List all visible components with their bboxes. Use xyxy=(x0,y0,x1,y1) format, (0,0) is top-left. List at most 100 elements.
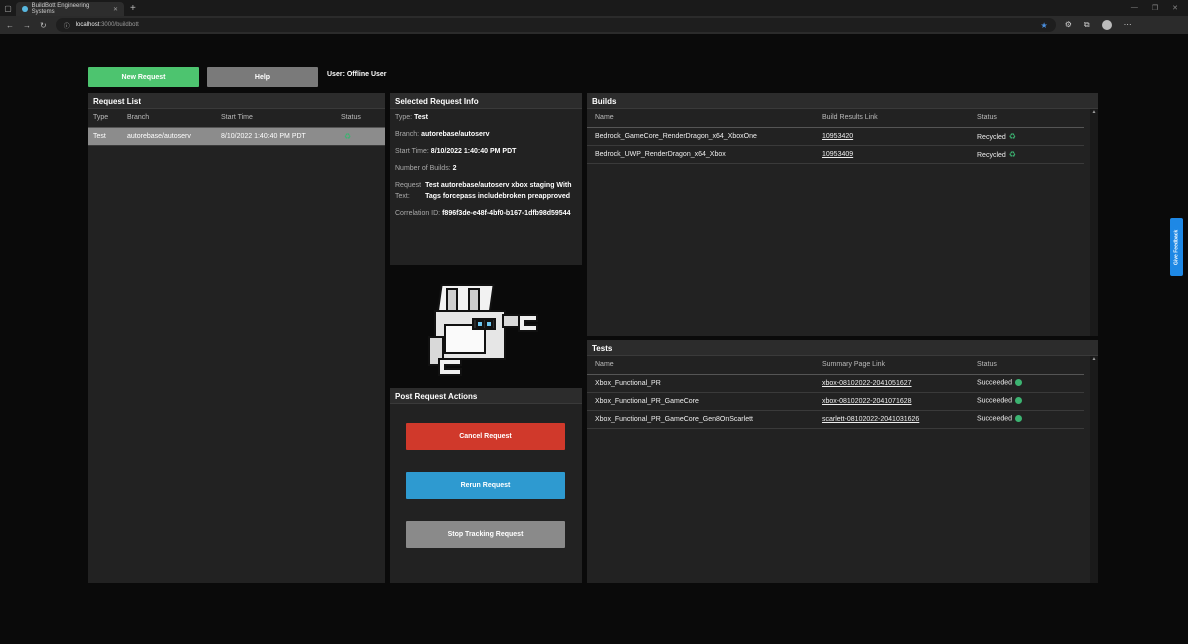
check-circle-icon xyxy=(1015,397,1023,405)
request-list-table: Type Branch Start Time Status Test autor… xyxy=(88,109,385,146)
scroll-up-icon[interactable]: ▲ xyxy=(1090,356,1098,362)
test-name: Xbox_Functional_PR_GameCore xyxy=(587,392,817,411)
table-row[interactable]: Bedrock_UWP_RenderDragon_x64_Xbox 109534… xyxy=(587,145,1084,164)
col-build-status: Status xyxy=(972,109,1084,128)
builds-label: Number of Builds: xyxy=(395,165,451,172)
builds-panel: Builds Name Build Results Link Status Be… xyxy=(587,93,1098,336)
text-label: Text: xyxy=(395,193,410,200)
browser-tab[interactable]: BuildBott Engineering Systems ✕ xyxy=(16,2,124,16)
test-status: Succeeded xyxy=(977,415,1013,423)
col-build-name: Name xyxy=(587,109,817,128)
tests-panel: Tests Name Summary Page Link Status Xbox… xyxy=(587,340,1098,583)
window-menu-icon[interactable]: ▢ xyxy=(0,0,16,16)
builds-table: Name Build Results Link Status Bedrock_G… xyxy=(587,109,1084,164)
favicon-icon xyxy=(22,6,28,12)
recycled-icon: ♻ xyxy=(1008,131,1016,141)
cancel-request-button[interactable]: Cancel Request xyxy=(406,423,565,450)
new-tab-icon[interactable]: + xyxy=(130,3,136,14)
info-start: Start Time: 8/10/2022 1:40:40 PM PDT xyxy=(390,143,582,160)
test-status: Succeeded xyxy=(977,379,1013,387)
info-correlation: Correlation ID: f896f3de-e48f-4bf0-b167-… xyxy=(390,205,582,222)
builds-title: Builds xyxy=(587,93,1098,109)
table-row[interactable]: Xbox_Functional_PR xbox-08102022-2041051… xyxy=(587,374,1084,393)
build-status-cell: Recycled ♻ xyxy=(972,127,1084,146)
summary-page-link[interactable]: scarlett-08102022-2041031626 xyxy=(822,416,919,423)
summary-page-link[interactable]: xbox-08102022-2041051627 xyxy=(822,380,912,387)
favorite-star-icon[interactable]: ★ xyxy=(1041,21,1048,30)
summary-page-link[interactable]: xbox-08102022-2041071628 xyxy=(822,398,912,405)
table-row[interactable]: Test autorebase/autoserv 8/10/2022 1:40:… xyxy=(88,127,385,146)
test-link-cell: scarlett-08102022-2041031626 xyxy=(817,410,972,429)
branch-value: autorebase/autoserv xyxy=(421,131,490,138)
tests-scrollbar[interactable]: ▲ xyxy=(1090,356,1098,583)
minimize-icon[interactable]: — xyxy=(1131,4,1138,12)
request-text-line2: Tags forcepass includebroken preapproved xyxy=(425,193,571,200)
close-window-icon[interactable]: ✕ xyxy=(1172,4,1178,12)
robot-mascot-image xyxy=(428,284,538,376)
rerun-request-button[interactable]: Rerun Request xyxy=(406,472,565,499)
stop-tracking-button[interactable]: Stop Tracking Request xyxy=(406,521,565,548)
col-test-link: Summary Page Link xyxy=(817,356,972,375)
cell-type: Test xyxy=(88,127,122,146)
back-icon[interactable]: ← xyxy=(6,21,14,30)
build-name: Bedrock_UWP_RenderDragon_x64_Xbox xyxy=(587,145,817,164)
extensions-icon[interactable]: ⚙ xyxy=(1065,20,1072,30)
status-running-icon: ♻ xyxy=(344,131,352,141)
build-results-link[interactable]: 10953409 xyxy=(822,151,853,158)
test-name: Xbox_Functional_PR xyxy=(587,374,817,393)
user-label: User: Offline User xyxy=(327,71,387,78)
cell-branch: autorebase/autoserv xyxy=(122,127,216,146)
forward-icon[interactable]: → xyxy=(23,21,31,30)
info-type: Type: Test xyxy=(390,109,582,126)
col-status: Status xyxy=(336,109,385,128)
correlation-label: Correlation ID: xyxy=(395,210,441,217)
table-row[interactable]: Xbox_Functional_PR_GameCore xbox-0810202… xyxy=(587,392,1084,411)
branch-label: Branch: xyxy=(395,131,420,138)
tests-table: Name Summary Page Link Status Xbox_Funct… xyxy=(587,356,1084,429)
profile-avatar[interactable] xyxy=(1101,20,1112,30)
cell-start: 8/10/2022 1:40:40 PM PDT xyxy=(216,127,336,146)
url-host: localhost xyxy=(75,22,100,28)
close-tab-icon[interactable]: ✕ xyxy=(113,6,118,13)
new-request-button[interactable]: New Request xyxy=(88,67,199,87)
tab-title: BuildBott Engineering Systems xyxy=(31,3,90,15)
col-start-time: Start Time xyxy=(216,109,336,128)
cell-status: ♻ xyxy=(336,127,385,146)
info-request-text: Request Text: Test autorebase/autoserv xb… xyxy=(390,177,582,205)
test-status: Succeeded xyxy=(977,397,1013,405)
info-branch: Branch: autorebase/autoserv xyxy=(390,126,582,143)
browser-tabbar: ▢ BuildBott Engineering Systems ✕ + — ❐ … xyxy=(0,0,1188,16)
test-link-cell: xbox-08102022-2041051627 xyxy=(817,374,972,393)
build-link-cell: 10953420 xyxy=(817,127,972,146)
type-label: Type: xyxy=(395,114,413,121)
start-value: 8/10/2022 1:40:40 PM PDT xyxy=(430,148,517,155)
help-button[interactable]: Help xyxy=(207,67,318,87)
collections-icon[interactable]: ⧉ xyxy=(1084,20,1090,30)
col-branch: Branch xyxy=(122,109,216,128)
test-status-cell: Succeeded xyxy=(972,392,1084,411)
selected-request-title: Selected Request Info xyxy=(390,93,582,109)
request-text-line1: Test autorebase/autoserv xbox staging Wi… xyxy=(425,182,572,189)
builds-scrollbar[interactable]: ▲ xyxy=(1090,109,1098,336)
url-path: :3000/buildbott xyxy=(99,22,139,28)
info-builds: Number of Builds: 2 xyxy=(390,160,582,177)
post-actions-title: Post Request Actions xyxy=(390,388,582,404)
maximize-icon[interactable]: ❐ xyxy=(1152,4,1158,12)
site-info-icon[interactable]: ⓘ xyxy=(64,21,70,30)
col-test-status: Status xyxy=(972,356,1084,375)
give-feedback-button[interactable]: Give Feedback xyxy=(1170,218,1183,276)
col-build-link: Build Results Link xyxy=(817,109,972,128)
build-results-link[interactable]: 10953420 xyxy=(822,133,853,140)
more-menu-icon[interactable]: ⋯ xyxy=(1124,20,1132,30)
build-link-cell: 10953409 xyxy=(817,145,972,164)
start-label: Start Time: xyxy=(395,148,429,155)
table-row[interactable]: Xbox_Functional_PR_GameCore_Gen8OnScarle… xyxy=(587,410,1084,429)
refresh-icon[interactable]: ↻ xyxy=(40,21,47,30)
url-field[interactable]: ⓘ localhost :3000/buildbott ★ xyxy=(55,18,1056,32)
scroll-up-icon[interactable]: ▲ xyxy=(1090,109,1098,115)
test-name: Xbox_Functional_PR_GameCore_Gen8OnScarle… xyxy=(587,410,817,429)
build-status-cell: Recycled ♻ xyxy=(972,145,1084,164)
builds-value: 2 xyxy=(452,165,457,172)
table-row[interactable]: Bedrock_GameCore_RenderDragon_x64_XboxOn… xyxy=(587,127,1084,146)
correlation-value: f896f3de-e48f-4bf0-b167-1dfb98d59544 xyxy=(442,210,571,217)
